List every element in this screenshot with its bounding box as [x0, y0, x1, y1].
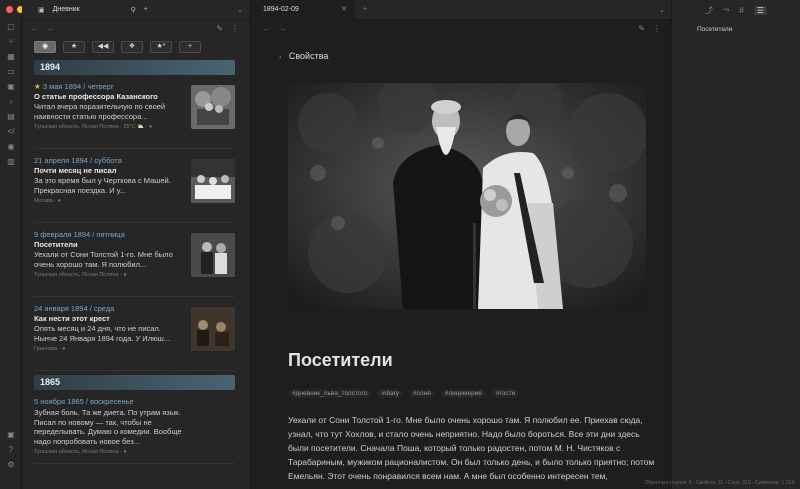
outline-icon[interactable]: ☰: [753, 5, 768, 15]
filter-button[interactable]: ◉: [34, 41, 56, 53]
diary-list: 1894 ★ 3 мая 1894 / четверг О статье профе…: [22, 60, 249, 464]
tab-note[interactable]: 1894-02-09 ✕: [251, 0, 355, 20]
code-icon[interactable]: </: [5, 127, 17, 136]
ribbon: ▢ ⑂ ▦ ▭ ▣ › ▤ </ ◉ ▥ ▣ ? ⚙: [0, 0, 35, 489]
entry-preview: За это время был у Черткова с Машей. Пре…: [34, 176, 171, 195]
entry-meta: Тульская область, Ясная Поляна · ●: [34, 449, 127, 455]
canvas-icon[interactable]: ▦: [5, 52, 17, 61]
new-tab-icon[interactable]: +: [363, 6, 367, 13]
diary-entry[interactable]: 24 января 1894 / среда Как нести этот кре…: [34, 297, 235, 371]
outline-panel: ⤴ ⤳ # ☰ Посетители: [671, 0, 800, 489]
tag[interactable]: #diary: [377, 389, 404, 398]
graph-icon[interactable]: ⑂: [5, 37, 17, 46]
right-tabbar: ⤴ ⤳ # ☰: [672, 0, 800, 20]
tag-list: #дневник_льва_толстого #diary #соня #лицеме…: [288, 389, 520, 398]
template-icon[interactable]: ▤: [5, 112, 17, 121]
location-icon[interactable]: ◉: [5, 142, 17, 151]
entry-title: Посетители: [34, 240, 78, 249]
note-photo: [288, 83, 646, 309]
filter-button[interactable]: +: [179, 41, 201, 53]
tag[interactable]: #дневник_льва_толстого: [288, 389, 372, 398]
tab-diary[interactable]: Дневник: [53, 6, 123, 13]
filter-button[interactable]: ★: [63, 41, 85, 53]
entry-date-text: 9 февраля 1894 / пятница: [34, 230, 125, 239]
pin-icon[interactable]: ⚲: [131, 6, 136, 14]
forward-icon[interactable]: →: [46, 24, 54, 33]
note-pane: 1894-02-09 ✕ + ⌄ ← → ✎ ⋮ › Свойства Посе…: [251, 0, 671, 489]
star-icon: ★: [34, 82, 43, 91]
entry-thumbnail: [191, 85, 235, 129]
chevron-right-icon: ›: [279, 54, 282, 61]
forward-icon[interactable]: →: [279, 24, 287, 33]
tag[interactable]: #соня: [409, 389, 435, 398]
more-icon[interactable]: ⋮: [231, 24, 239, 33]
filter-button[interactable]: ◀◀: [92, 41, 114, 53]
status-bar: Обратных ссылок: 0 · Свойств: 11 · Слов:…: [644, 480, 794, 486]
edit-icon[interactable]: ✎: [638, 24, 645, 33]
filter-row: ◉ ★ ◀◀ ❖ ★* +: [22, 36, 249, 56]
outline-item[interactable]: Посетители: [672, 20, 800, 33]
year-header[interactable]: 1894: [34, 60, 235, 75]
entry-preview: Уехали от Сони Толстой 1-го. Мне было оч…: [34, 250, 173, 269]
tag[interactable]: #лицемерие: [440, 389, 486, 398]
diary-entry[interactable]: ★ 3 мая 1894 / четверг О статье профессор…: [34, 75, 235, 149]
terminal-icon[interactable]: ›: [5, 97, 17, 106]
left-nav-row: ← → ✎ ⋮: [22, 20, 249, 36]
entry-date: 5 ноября 1865 / воскресенье: [34, 390, 235, 407]
entry-preview: Опять месяц и 24 дня, что не писал. Нынч…: [34, 324, 170, 343]
properties-toggle[interactable]: › Свойства: [279, 51, 328, 61]
entry-preview: Зубная боль. Та же диета. По утрам язык.…: [34, 408, 182, 446]
entry-date-text: 21 апреля 1894 / суббота: [34, 156, 122, 165]
settings-icon[interactable]: ⚙: [5, 460, 17, 469]
main-nav-row: ← → ✎ ⋮: [251, 20, 671, 36]
tags-icon[interactable]: #: [739, 6, 743, 15]
main-tabbar: 1894-02-09 ✕ + ⌄: [251, 0, 671, 20]
entry-title: О статье профессора Казанского: [34, 92, 158, 101]
backlinks-icon[interactable]: ⤴: [705, 5, 713, 16]
note-title: Посетители: [288, 350, 393, 370]
back-icon[interactable]: ←: [30, 24, 38, 33]
help-icon[interactable]: ?: [5, 445, 17, 454]
diary-entry[interactable]: 21 апреля 1894 / суббота Почти месяц не п…: [34, 149, 235, 223]
files-icon[interactable]: ▢: [5, 22, 17, 31]
year-header[interactable]: 1865: [34, 375, 235, 390]
note-body[interactable]: Уехали от Сони Толстой 1-го. Мне было оч…: [288, 413, 658, 483]
diary-panel: ▣ Дневник ⚲ + ⌄ ← → ✎ ⋮ ◉ ★ ◀◀ ❖ ★* + 1894 ★ 3…: [22, 0, 250, 489]
chevron-down-icon[interactable]: ⌄: [659, 6, 671, 14]
left-tabbar: ▣ Дневник ⚲ + ⌄: [22, 0, 249, 20]
tab-note-label: 1894-02-09: [263, 5, 299, 13]
entry-date-text: 5 ноября 1865 / воскресенье: [34, 397, 134, 406]
filter-button[interactable]: ★*: [150, 41, 172, 53]
entry-title: Почти месяц не писал: [34, 166, 117, 175]
entry-title: Как нести этот крест: [34, 314, 110, 323]
diary-entry[interactable]: 5 ноября 1865 / воскресенье Зубная боль. …: [34, 390, 235, 464]
chevron-down-icon[interactable]: ⌄: [237, 6, 249, 14]
tag[interactable]: #гости: [491, 389, 520, 398]
more-icon[interactable]: ⋮: [653, 24, 661, 33]
outgoing-links-icon[interactable]: ⤳: [723, 5, 729, 15]
new-tab-icon[interactable]: +: [144, 6, 148, 13]
diary-entry[interactable]: 9 февраля 1894 / пятница Посетители Уехали…: [34, 223, 235, 297]
sidebar-toggle-icon[interactable]: ▣: [38, 6, 45, 14]
entry-preview: Читал вчера поразительную по своей наивн…: [34, 102, 166, 121]
close-tab-icon[interactable]: ✕: [341, 0, 347, 20]
calendar-icon[interactable]: ▭: [5, 67, 17, 76]
vault-switch-icon[interactable]: ▣: [5, 430, 17, 439]
back-icon[interactable]: ←: [263, 24, 271, 33]
entry-thumbnail: [191, 307, 235, 351]
copy-icon[interactable]: ▣: [5, 82, 17, 91]
database-icon[interactable]: ▥: [5, 157, 17, 166]
properties-label: Свойства: [288, 51, 329, 61]
filter-button[interactable]: ❖: [121, 41, 143, 53]
entry-date-text: 24 января 1894 / среда: [34, 304, 115, 313]
entry-thumbnail: [191, 233, 235, 277]
entry-date-text: 3 мая 1894 / четверг: [42, 82, 114, 91]
entry-thumbnail: [191, 159, 235, 203]
close-window-button[interactable]: [6, 6, 13, 13]
edit-icon[interactable]: ✎: [216, 24, 223, 33]
